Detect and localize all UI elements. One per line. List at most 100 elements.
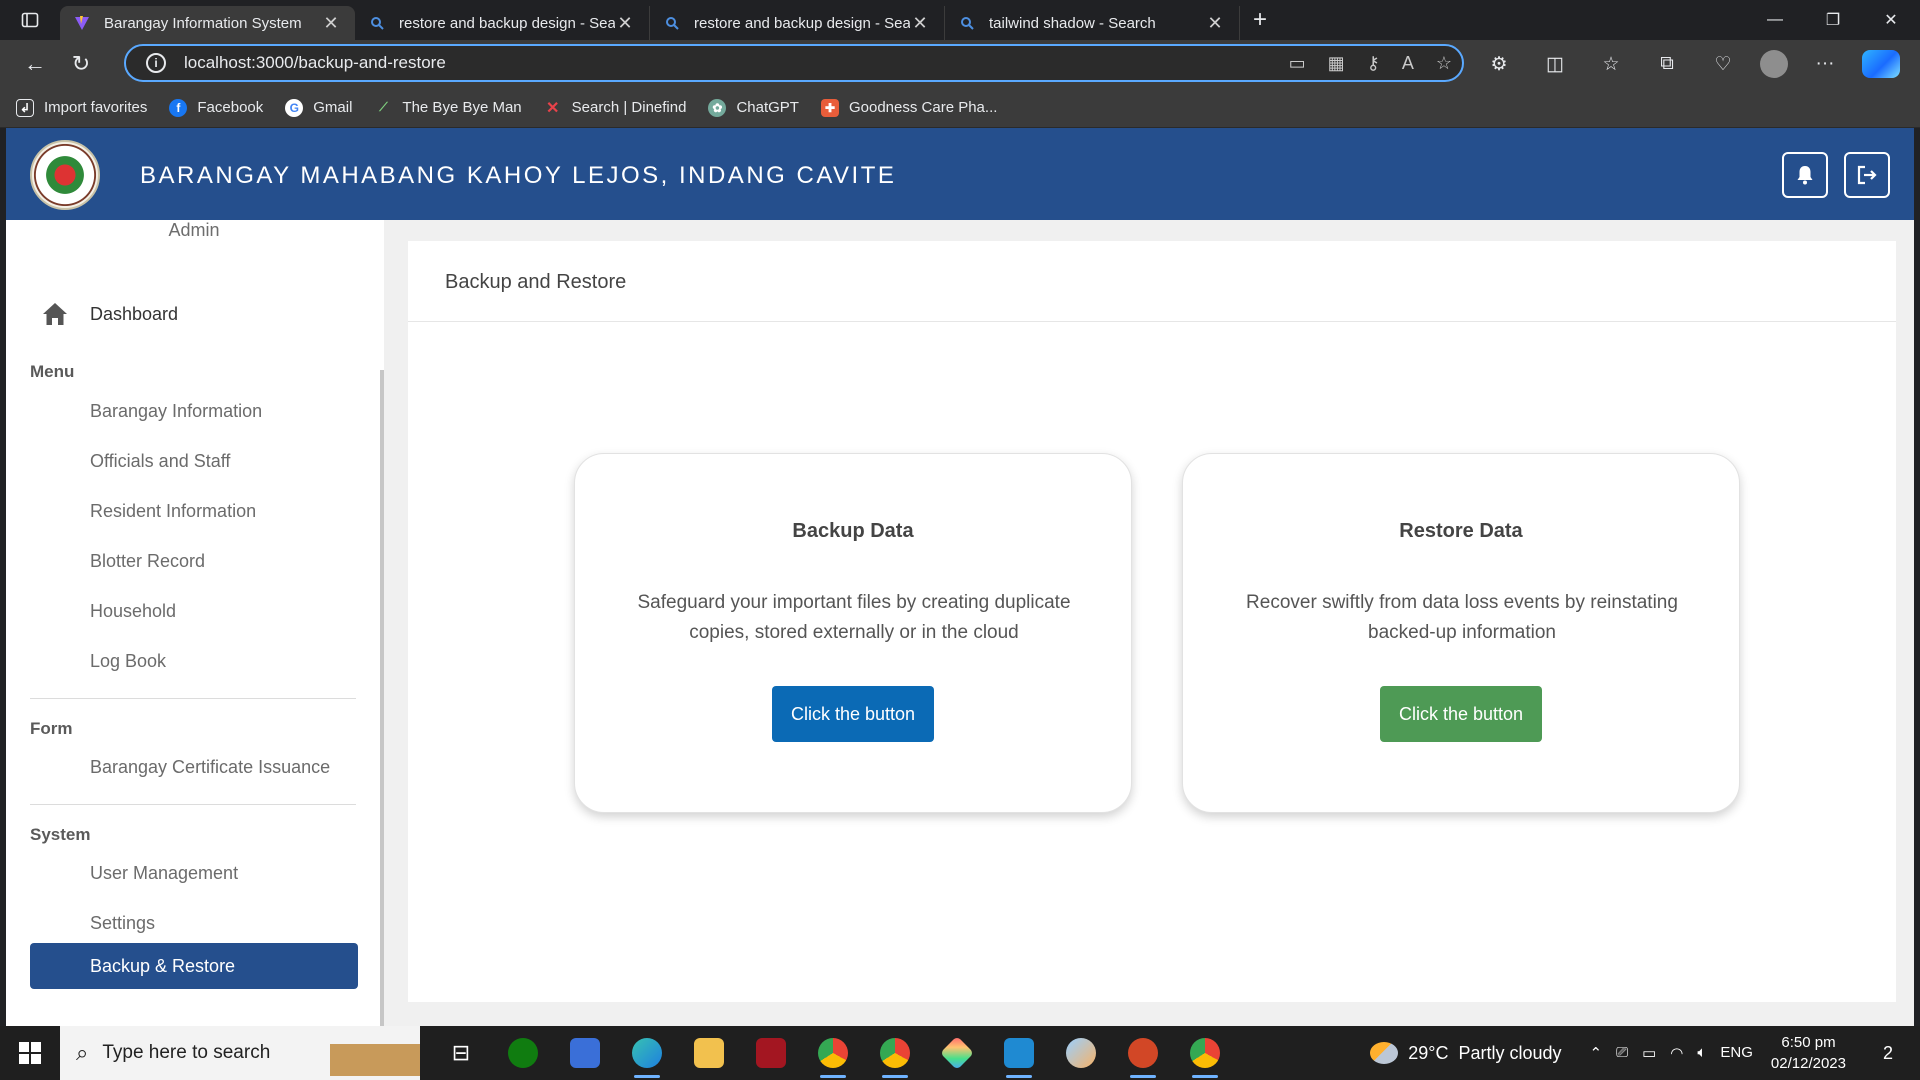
profile-avatar[interactable] <box>1760 50 1788 78</box>
collections-icon[interactable]: ⧉ <box>1648 53 1686 75</box>
barangay-seal-logo <box>30 140 100 210</box>
red-app-icon[interactable] <box>740 1026 802 1080</box>
meet-icon[interactable]: ⎚ <box>1616 1044 1628 1062</box>
sidebar-item-user-management[interactable]: User Management <box>90 863 238 884</box>
tab-barangay-information-system[interactable]: Barangay Information System ✕ <box>60 6 355 40</box>
favorite-facebook[interactable]: f Facebook <box>169 98 264 117</box>
sidebar-item-log-book[interactable]: Log Book <box>90 651 166 672</box>
sidebar-divider <box>30 698 356 699</box>
restore-window-icon[interactable]: ❐ <box>1804 0 1862 40</box>
more-options-icon[interactable]: ··· <box>1806 53 1844 75</box>
user-role: Admin <box>168 220 220 240</box>
sidebar-item-officials-and-staff[interactable]: Officials and Staff <box>90 451 230 472</box>
backup-card: Backup Data Safeguard your important fil… <box>574 453 1132 813</box>
vscode-icon[interactable] <box>988 1026 1050 1080</box>
close-window-icon[interactable]: ✕ <box>1862 0 1920 40</box>
logout-icon <box>1857 165 1877 185</box>
read-aloud-icon[interactable]: A <box>1402 53 1414 74</box>
chevron-up-icon[interactable]: ⌃ <box>1590 1044 1603 1062</box>
sidebar-item-label: Dashboard <box>90 303 179 324</box>
app-available-icon[interactable]: ▦ <box>1328 53 1345 74</box>
volume-icon[interactable]: 🔈︎ <box>1697 1044 1706 1062</box>
content-divider <box>408 321 1896 322</box>
brand-title: BARANGAY MAHABANG KAHOY LEJOS, INDANG CA… <box>140 162 897 189</box>
favorite-dinefind[interactable]: ✕ Search | Dinefind <box>544 99 687 117</box>
sidebar-item-barangay-information[interactable]: Barangay Information <box>90 401 262 422</box>
extensions-icon[interactable]: ⚙ <box>1480 53 1518 76</box>
close-icon[interactable]: ✕ <box>615 13 635 34</box>
chrome-profile-a-icon[interactable] <box>802 1026 864 1080</box>
weather-widget[interactable]: 29°C Partly cloudy <box>1370 1042 1562 1064</box>
favorite-label: Facebook <box>197 99 264 116</box>
chrome-profile-m-icon[interactable] <box>864 1026 926 1080</box>
device-icon[interactable]: ▭ <box>1289 53 1306 74</box>
colorful-app-icon[interactable] <box>926 1026 988 1080</box>
edge-icon[interactable] <box>616 1026 678 1080</box>
toolbar-actions: ⚙ ◫ ☆ ⧉ ♡ ··· <box>1480 40 1900 88</box>
sidebar-item-backup-restore[interactable]: Backup & Restore <box>30 943 358 989</box>
sidebar-scrollbar[interactable] <box>380 370 384 1026</box>
favorite-import[interactable]: ↲ Import favorites <box>16 98 147 117</box>
site-info-icon[interactable]: i <box>146 53 166 73</box>
sidebar-item-resident-information[interactable]: Resident Information <box>90 501 256 522</box>
close-icon[interactable]: ✕ <box>1205 13 1225 34</box>
tab-restore-backup-search-1[interactable]: restore and backup design - Sear ✕ <box>355 6 650 40</box>
weather-condition: Partly cloudy <box>1458 1042 1562 1063</box>
tab-tailwind-shadow-search[interactable]: tailwind shadow - Search ✕ <box>945 6 1240 40</box>
notification-center-icon[interactable]: 2 <box>1868 1043 1908 1064</box>
search-highlight-image <box>330 1030 420 1076</box>
chrome-profile-photo-icon[interactable] <box>1174 1026 1236 1080</box>
performance-icon[interactable]: ♡ <box>1704 53 1742 76</box>
section-menu: Menu <box>30 362 75 381</box>
sidebar-item-barangay-certificate-issuance[interactable]: Barangay Certificate Issuance <box>90 757 330 778</box>
browser-toolbar: ← ↻ i localhost:3000/backup-and-restore … <box>0 40 1920 88</box>
restore-button[interactable]: Click the button <box>1380 686 1542 742</box>
sidebar-divider <box>30 804 356 805</box>
notification-button[interactable] <box>1782 152 1828 198</box>
favorite-chatgpt[interactable]: ✿ ChatGPT <box>708 98 799 117</box>
wifi-icon[interactable]: ◠ <box>1670 1044 1683 1062</box>
back-icon[interactable]: ← <box>12 44 58 84</box>
split-screen-icon[interactable]: ◫ <box>1536 53 1574 76</box>
close-icon[interactable]: ✕ <box>321 13 341 34</box>
start-button[interactable] <box>0 1026 60 1080</box>
tab-actions-icon[interactable] <box>0 11 60 29</box>
favorite-gmail[interactable]: G Gmail <box>285 98 352 117</box>
task-view-icon[interactable]: ⊟ <box>430 1026 492 1080</box>
copilot-icon[interactable] <box>1862 50 1900 78</box>
language-indicator[interactable]: ENG <box>1720 1044 1753 1062</box>
new-tab-button[interactable]: + <box>1240 6 1280 34</box>
tab-restore-backup-search-2[interactable]: restore and backup design - Sear ✕ <box>650 6 945 40</box>
sidebar: Admin Dashboard Menu Barangay Informatio… <box>6 220 384 1026</box>
powerpoint-icon[interactable] <box>1112 1026 1174 1080</box>
favorite-star-icon[interactable]: ☆ <box>1436 53 1452 74</box>
taskbar-search[interactable]: ⌕ Type here to search <box>60 1026 420 1080</box>
clock[interactable]: 6:50 pm 02/12/2023 <box>1771 1032 1846 1074</box>
xbox-icon[interactable] <box>492 1026 554 1080</box>
favorite-goodness-care[interactable]: ✚ Goodness Care Pha... <box>820 98 997 117</box>
window-controls: — ❐ ✕ <box>1746 0 1920 40</box>
close-icon[interactable]: ✕ <box>910 13 930 34</box>
printer-app-icon[interactable] <box>554 1026 616 1080</box>
search-icon <box>959 15 975 31</box>
backup-button[interactable]: Click the button <box>772 686 934 742</box>
refresh-icon[interactable]: ↻ <box>58 44 104 84</box>
logout-button[interactable] <box>1844 152 1890 198</box>
battery-icon[interactable]: ▭ <box>1642 1044 1656 1062</box>
key-icon[interactable]: ⚷ <box>1367 53 1380 74</box>
app-header: BARANGAY MAHABANG KAHOY LEJOS, INDANG CA… <box>6 128 1914 220</box>
dinefind-icon: ✕ <box>545 99 560 117</box>
sidebar-item-blotter-record[interactable]: Blotter Record <box>90 551 205 572</box>
paint-icon[interactable] <box>1050 1026 1112 1080</box>
address-bar[interactable]: i localhost:3000/backup-and-restore ▭ ▦ … <box>124 44 1464 82</box>
sidebar-item-household[interactable]: Household <box>90 601 176 622</box>
tab-title: tailwind shadow - Search <box>989 14 1156 32</box>
sidebar-item-dashboard[interactable]: Dashboard <box>42 302 178 326</box>
pharmacy-icon: ✚ <box>820 98 839 117</box>
file-explorer-icon[interactable] <box>678 1026 740 1080</box>
favorites-icon[interactable]: ☆ <box>1592 53 1630 76</box>
minimize-icon[interactable]: — <box>1746 0 1804 40</box>
sidebar-item-settings[interactable]: Settings <box>90 913 155 934</box>
favorite-bye-bye-man[interactable]: ⟋ The Bye Bye Man <box>374 99 521 117</box>
vite-icon <box>74 15 90 31</box>
